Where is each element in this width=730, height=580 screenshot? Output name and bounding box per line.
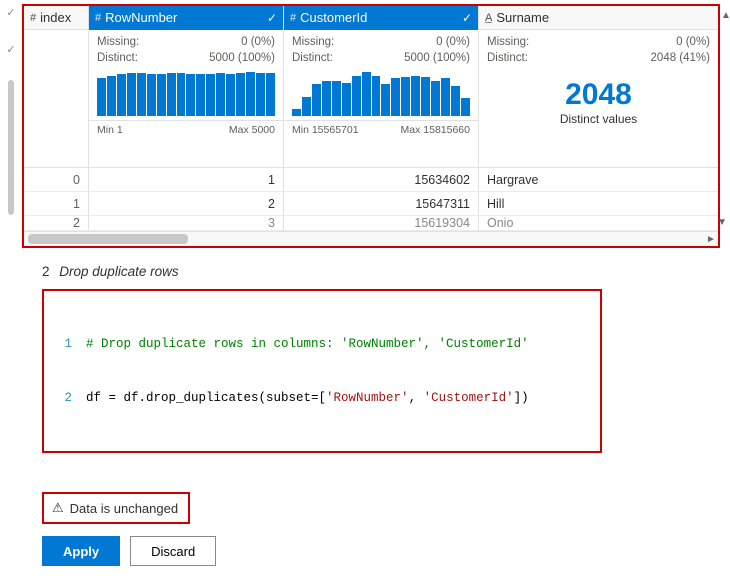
range-max: Max 15815660 [401,124,470,136]
check-icon: ✓ [462,11,472,25]
scrollbar-thumb[interactable] [28,234,188,244]
code-comment: # Drop duplicate rows in columns: 'RowNu… [86,335,529,353]
cell-index: 0 [24,168,89,191]
vertical-scrollbar[interactable] [8,80,14,215]
number-type-icon: # [95,12,101,24]
range-min: Min 1 [97,124,123,136]
cell-customerid: 15619304 [284,216,479,230]
column-name: index [40,10,82,25]
table-row[interactable]: 1 2 15647311 Hill [24,192,718,216]
table-row[interactable]: 0 1 15634602 Hargrave [24,168,718,192]
column-header-index[interactable]: # index [24,6,88,30]
line-number: 1 [54,335,72,353]
apply-button[interactable]: Apply [42,536,120,566]
histogram-customerid [284,68,478,116]
stat-value: 5000 (100%) [209,50,275,66]
distinct-summary: 2048 Distinct values [479,68,718,130]
range-min: Min 15565701 [292,124,359,136]
data-preview-panel: ▲ ▼ # index # RowNumber ✓ [22,4,720,248]
text-type-icon: A̲ [485,12,492,24]
discard-button[interactable]: Discard [130,536,216,566]
column-header-surname[interactable]: A̲ Surname [479,6,718,30]
cell-index: 2 [24,216,89,230]
stat-label: Distinct: [292,50,333,66]
stat-label: Missing: [97,34,139,50]
stat-value: 0 (0%) [676,34,710,50]
cell-customerid: 15647311 [284,192,479,215]
step-number: 2 [42,264,50,279]
stat-value: 0 (0%) [241,34,275,50]
stat-label: Missing: [487,34,529,50]
status-message: ⚠ Data is unchanged [42,492,190,524]
code-text: df = df.drop_duplicates(subset=[ [86,389,326,407]
cell-rownumber: 2 [89,192,284,215]
scroll-down-arrow-icon[interactable]: ▼ [717,217,727,228]
cell-customerid: 15634602 [284,168,479,191]
cell-index: 1 [24,192,89,215]
column-name: CustomerId [300,10,458,25]
stat-value: 2048 (41%) [651,50,710,66]
histogram-rownumber [89,68,283,116]
column-name: Surname [496,10,712,25]
column-stats: Missing: 0 (0%) Distinct: 5000 (100%) [284,30,478,68]
number-type-icon: # [290,12,296,24]
stat-value: 0 (0%) [436,34,470,50]
number-type-icon: # [30,12,36,24]
cell-surname: Hargrave [479,168,718,191]
column-header-rownumber[interactable]: # RowNumber ✓ [89,6,283,30]
stat-value: 5000 (100%) [404,50,470,66]
checkmark-icon: ✓ [0,6,22,19]
cell-rownumber: 3 [89,216,284,230]
cell-surname: Onio [479,216,718,230]
horizontal-scrollbar[interactable]: ◄ ► [24,231,718,246]
stat-label: Distinct: [487,50,528,66]
code-text: , [409,389,424,407]
code-string: 'RowNumber' [326,389,409,407]
cell-rownumber: 1 [89,168,284,191]
distinct-label: Distinct values [479,112,718,126]
code-editor[interactable]: 1 # Drop duplicate rows in columns: 'RowN… [42,289,602,453]
stat-label: Missing: [292,34,334,50]
column-name: RowNumber [105,10,263,25]
status-text: Data is unchanged [70,501,178,516]
line-number: 2 [54,389,72,407]
code-string: 'CustomerId' [424,389,514,407]
warning-icon: ⚠ [52,500,64,516]
data-rows: 0 1 15634602 Hargrave 1 2 15647311 Hill … [24,168,718,231]
column-header-customerid[interactable]: # CustomerId ✓ [284,6,478,30]
column-stats: Missing: 0 (0%) Distinct: 2048 (41%) [479,30,718,68]
distinct-count: 2048 [479,78,718,112]
cell-surname: Hill [479,192,718,215]
table-row[interactable]: 2 3 15619304 Onio [24,216,718,231]
stat-label: Distinct: [97,50,138,66]
scroll-right-arrow-icon[interactable]: ► [704,232,718,247]
step-name: Drop duplicate rows [59,264,178,279]
scroll-up-arrow-icon[interactable]: ▲ [721,10,727,22]
checkmark-icon: ✓ [0,43,22,56]
column-stats: Missing: 0 (0%) Distinct: 5000 (100%) [89,30,283,68]
code-text: ]) [514,389,529,407]
range-max: Max 5000 [229,124,275,136]
left-gutter: ✓ ✓ [0,0,22,580]
check-icon: ✓ [267,11,277,25]
action-buttons: Apply Discard [22,536,720,580]
step-title: 2 Drop duplicate rows [22,248,720,289]
